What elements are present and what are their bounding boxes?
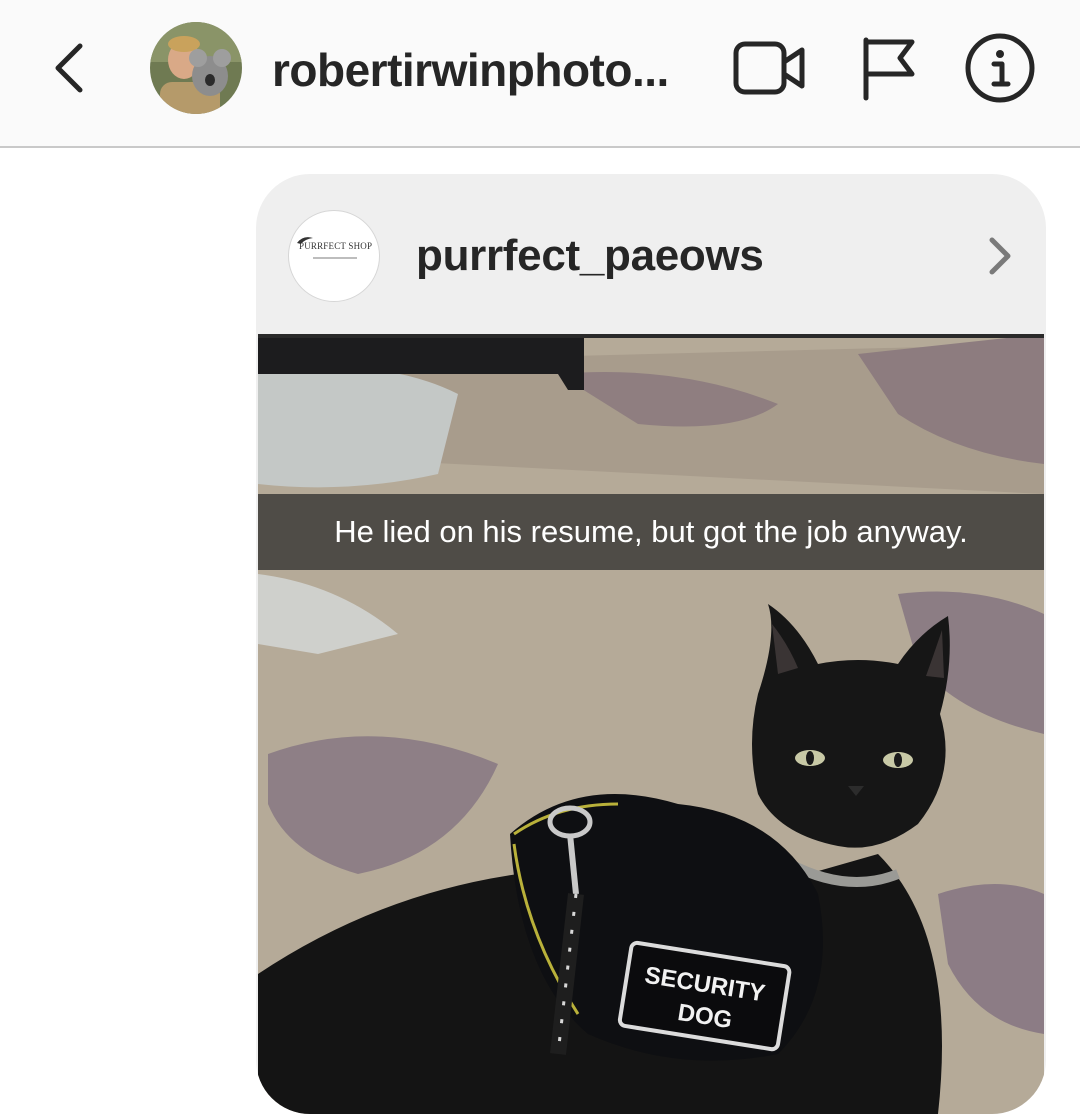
chat-username[interactable]: robertirwinphoto...	[272, 40, 669, 100]
shared-post-header[interactable]: PURRFECT SHOP purrfect_paeows	[256, 174, 1046, 334]
video-camera-icon	[733, 41, 805, 95]
flag-icon	[863, 37, 915, 101]
chevron-left-icon	[55, 43, 83, 93]
info-icon	[965, 33, 1035, 103]
logo-divider	[313, 257, 357, 259]
post-author-name[interactable]: purrfect_paeows	[416, 226, 764, 286]
post-author-avatar[interactable]: PURRFECT SHOP	[288, 210, 380, 302]
chat-header: robertirwinphoto...	[0, 0, 1080, 148]
report-button[interactable]	[858, 34, 918, 102]
cat-photo: SECURITY DOG	[258, 334, 1044, 1114]
post-image[interactable]: SECURITY DOG He lied on his resume, but …	[258, 334, 1044, 1114]
shop-logo-text: PURRFECT SHOP	[299, 241, 373, 251]
back-button[interactable]	[46, 36, 96, 100]
info-button[interactable]	[964, 32, 1036, 104]
chevron-right-icon[interactable]	[984, 234, 1016, 278]
caption-band: He lied on his resume, but got the job a…	[258, 494, 1044, 570]
avatar[interactable]	[150, 22, 242, 114]
profile-photo	[150, 22, 242, 114]
post-caption: He lied on his resume, but got the job a…	[334, 514, 968, 549]
video-call-button[interactable]	[732, 38, 808, 98]
shared-post-card[interactable]: PURRFECT SHOP purrfect_paeows SECURITY D…	[256, 174, 1046, 1114]
